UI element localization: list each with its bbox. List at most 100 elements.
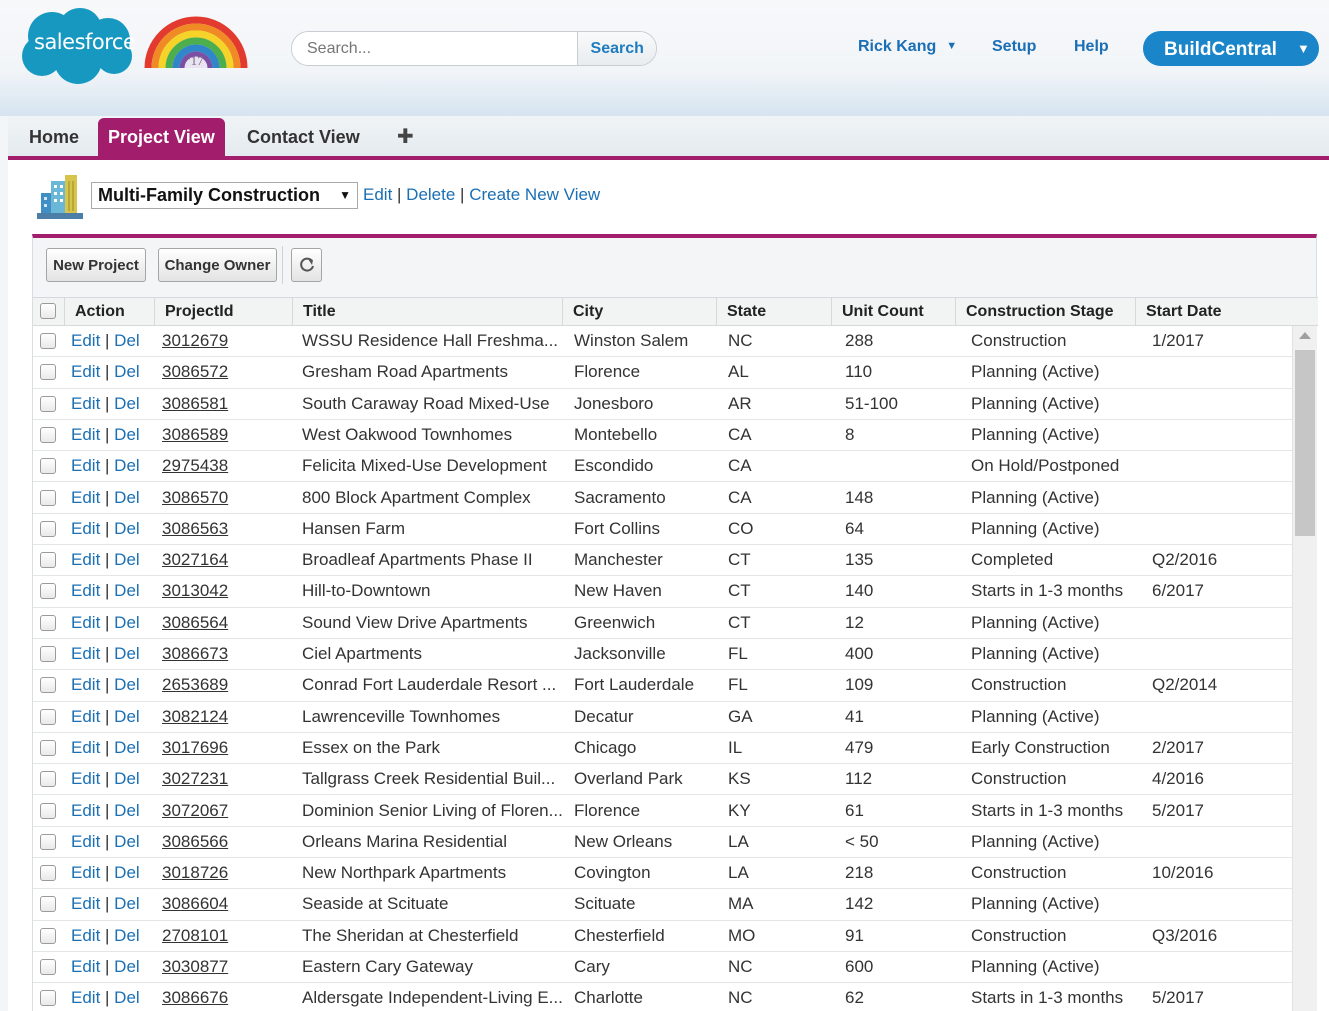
row-checkbox[interactable]: [40, 833, 56, 850]
new-project-button[interactable]: New Project: [46, 248, 146, 282]
edit-link[interactable]: Edit: [71, 894, 100, 913]
edit-link[interactable]: Edit: [71, 675, 100, 694]
edit-link[interactable]: Edit: [71, 613, 100, 632]
column-header-start-date[interactable]: Start Date: [1135, 298, 1318, 325]
project-id-link[interactable]: 3086564: [162, 608, 282, 638]
row-checkbox[interactable]: [40, 959, 56, 975]
row-checkbox[interactable]: [40, 520, 56, 537]
row-checkbox[interactable]: [40, 802, 56, 819]
project-id-link[interactable]: 3013042: [162, 576, 282, 606]
search-button[interactable]: Search: [577, 32, 656, 65]
delete-link[interactable]: Del: [114, 644, 140, 663]
project-id-link[interactable]: 3017696: [162, 733, 282, 763]
tab-home[interactable]: Home: [29, 116, 79, 156]
edit-link[interactable]: Edit: [71, 832, 100, 851]
project-id-link[interactable]: 3086563: [162, 514, 282, 544]
project-id-link[interactable]: 3086581: [162, 389, 282, 419]
setup-link[interactable]: Setup: [992, 38, 1036, 56]
column-header-unit-count[interactable]: Unit Count: [831, 298, 955, 325]
edit-link[interactable]: Edit: [71, 801, 100, 820]
project-id-link[interactable]: 3018726: [162, 858, 282, 888]
edit-link[interactable]: Edit: [71, 581, 100, 600]
row-checkbox[interactable]: [40, 458, 56, 475]
tab-project-view[interactable]: Project View: [98, 118, 225, 156]
delete-link[interactable]: Del: [114, 675, 140, 694]
delete-link[interactable]: Del: [114, 863, 140, 882]
delete-link[interactable]: Del: [114, 832, 140, 851]
list-view-select[interactable]: Multi-Family Construction ▼: [91, 182, 358, 209]
project-id-link[interactable]: 3072067: [162, 796, 282, 826]
edit-link[interactable]: Edit: [71, 644, 100, 663]
row-checkbox[interactable]: [40, 426, 56, 443]
delete-link[interactable]: Del: [114, 738, 140, 757]
delete-link[interactable]: Del: [114, 425, 140, 444]
project-id-link[interactable]: 3030877: [162, 952, 282, 982]
scroll-up-arrow-icon[interactable]: [1299, 332, 1311, 339]
row-checkbox[interactable]: [40, 927, 56, 944]
delete-link[interactable]: Del: [114, 488, 140, 507]
edit-link[interactable]: Edit: [71, 362, 100, 381]
column-header-title[interactable]: Title: [292, 298, 562, 325]
column-header-action[interactable]: Action: [64, 298, 154, 325]
delete-link[interactable]: Del: [114, 550, 140, 569]
delete-link[interactable]: Del: [114, 957, 140, 976]
row-checkbox[interactable]: [40, 395, 56, 412]
column-header-state[interactable]: State: [716, 298, 831, 325]
row-checkbox[interactable]: [40, 990, 56, 1007]
row-checkbox[interactable]: [40, 614, 56, 631]
row-checkbox[interactable]: [40, 552, 56, 569]
delete-link[interactable]: Del: [114, 613, 140, 632]
edit-link[interactable]: Edit: [71, 988, 100, 1007]
project-id-link[interactable]: 2653689: [162, 670, 282, 700]
row-checkbox[interactable]: [40, 771, 56, 788]
project-id-link[interactable]: 2975438: [162, 451, 282, 481]
row-checkbox[interactable]: [40, 646, 56, 662]
project-id-link[interactable]: 3027164: [162, 545, 282, 575]
delete-link[interactable]: Del: [114, 926, 140, 945]
project-id-link[interactable]: 3082124: [162, 702, 282, 732]
edit-link[interactable]: Edit: [71, 926, 100, 945]
delete-link[interactable]: Del: [114, 331, 140, 350]
row-checkbox[interactable]: [40, 865, 56, 882]
delete-link[interactable]: Del: [114, 519, 140, 538]
row-checkbox[interactable]: [40, 739, 56, 756]
delete-link[interactable]: Del: [114, 801, 140, 820]
help-link[interactable]: Help: [1074, 38, 1109, 56]
edit-link[interactable]: Edit: [71, 957, 100, 976]
edit-link[interactable]: Edit: [71, 519, 100, 538]
delete-link[interactable]: Del: [114, 581, 140, 600]
delete-view-link[interactable]: Delete: [406, 185, 455, 204]
row-checkbox[interactable]: [40, 677, 56, 694]
row-checkbox[interactable]: [40, 489, 56, 506]
column-header-city[interactable]: City: [562, 298, 716, 325]
change-owner-button[interactable]: Change Owner: [158, 248, 277, 282]
project-id-link[interactable]: 3086676: [162, 983, 282, 1011]
project-id-link[interactable]: 3086673: [162, 639, 282, 669]
project-id-link[interactable]: 2708101: [162, 921, 282, 951]
edit-link[interactable]: Edit: [71, 331, 100, 350]
edit-link[interactable]: Edit: [71, 425, 100, 444]
tab-contact-view[interactable]: Contact View: [247, 116, 360, 156]
edit-link[interactable]: Edit: [71, 456, 100, 475]
edit-link[interactable]: Edit: [71, 394, 100, 413]
project-id-link[interactable]: 3027231: [162, 764, 282, 794]
column-header-construction-stage[interactable]: Construction Stage: [955, 298, 1135, 325]
edit-link[interactable]: Edit: [71, 488, 100, 507]
project-id-link[interactable]: 3012679: [162, 326, 282, 356]
row-checkbox[interactable]: [40, 583, 56, 600]
delete-link[interactable]: Del: [114, 988, 140, 1007]
edit-link[interactable]: Edit: [71, 863, 100, 882]
search-input[interactable]: [292, 32, 578, 65]
select-all-checkbox[interactable]: [40, 303, 56, 319]
edit-link[interactable]: Edit: [71, 707, 100, 726]
project-id-link[interactable]: 3086604: [162, 889, 282, 919]
row-checkbox[interactable]: [40, 708, 56, 725]
project-id-link[interactable]: 3086572: [162, 357, 282, 387]
scroll-thumb[interactable]: [1295, 350, 1315, 536]
add-tab-plus-icon[interactable]: ✚: [397, 116, 414, 158]
delete-link[interactable]: Del: [114, 707, 140, 726]
row-checkbox[interactable]: [40, 333, 56, 349]
user-menu[interactable]: Rick Kang ▼: [858, 38, 957, 56]
delete-link[interactable]: Del: [114, 394, 140, 413]
edit-view-link[interactable]: Edit: [363, 185, 392, 204]
